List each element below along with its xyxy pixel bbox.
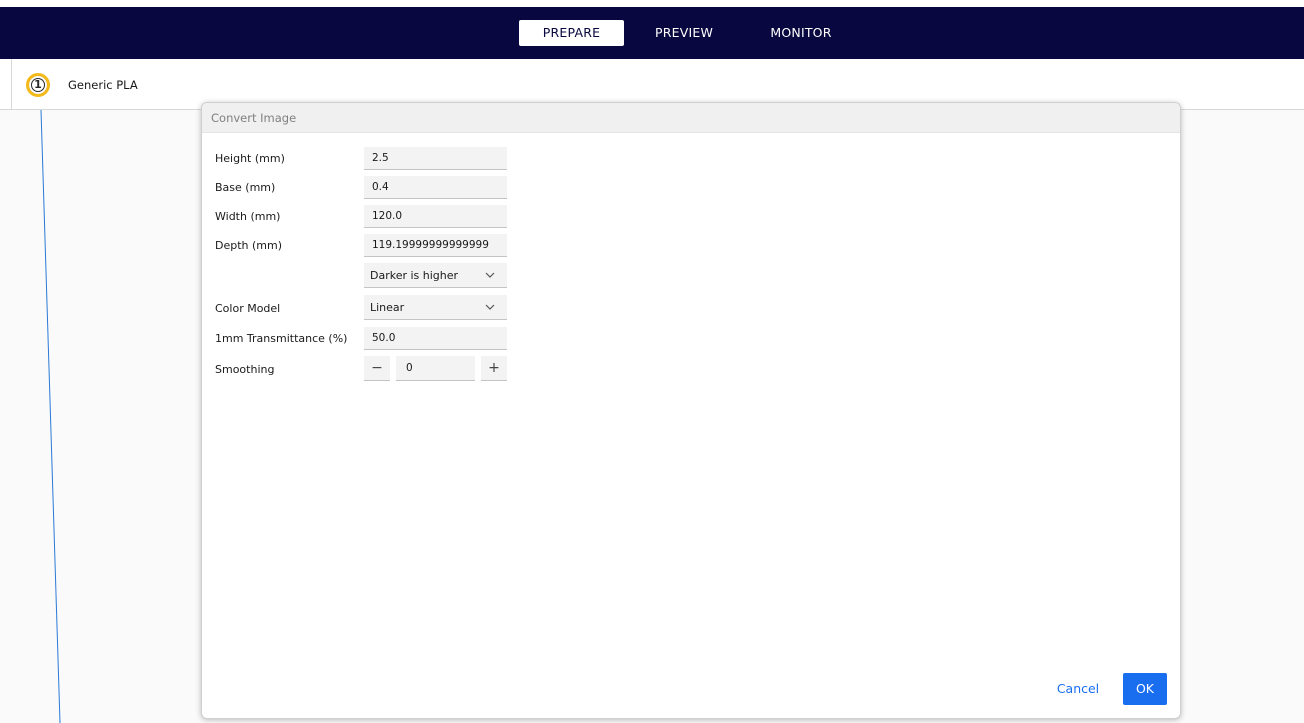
dialog-title: Convert Image [211,111,297,125]
width-input[interactable] [364,205,507,228]
base-input[interactable] [364,176,507,199]
lighter-darker-selected: Darker is higher [370,269,459,282]
smoothing-label: Smoothing [215,363,275,376]
transmittance-label: 1mm Transmittance (%) [215,332,348,345]
tab-monitor[interactable]: MONITOR [756,20,846,46]
transmittance-input[interactable] [364,327,507,350]
height-label: Height (mm) [215,152,285,165]
color-model-selected: Linear [370,301,405,314]
smoothing-increase-button[interactable]: + [481,356,507,381]
convert-image-dialog: Convert Image Height (mm) Base (mm) Widt… [201,102,1181,719]
tab-prepare[interactable]: PREPARE [519,20,624,46]
chevron-down-icon [485,272,495,278]
smoothing-decrease-button[interactable]: − [364,356,390,381]
viewport-axis-line [40,110,61,723]
height-input[interactable] [364,147,507,170]
lighter-darker-combo[interactable]: Darker is higher [364,263,507,288]
base-label: Base (mm) [215,181,276,194]
color-model-combo[interactable]: Linear [364,295,507,320]
color-model-label: Color Model [215,302,281,315]
material-label[interactable]: Generic PLA [68,77,138,93]
depth-input[interactable] [364,234,507,257]
chevron-down-icon [485,304,495,310]
extruder-badge-icon[interactable]: 1 [26,73,50,97]
smoothing-input[interactable] [396,356,475,381]
depth-label: Depth (mm) [215,239,283,252]
dialog-titlebar[interactable]: Convert Image [202,103,1180,133]
window-top-strip [0,0,1304,7]
tab-preview[interactable]: PREVIEW [642,20,726,46]
cancel-button[interactable]: Cancel [1048,673,1108,705]
ok-button[interactable]: OK [1123,673,1167,705]
stage-header: PREPARE PREVIEW MONITOR [0,7,1304,59]
width-label: Width (mm) [215,210,281,223]
toolbar-separator [11,59,12,110]
